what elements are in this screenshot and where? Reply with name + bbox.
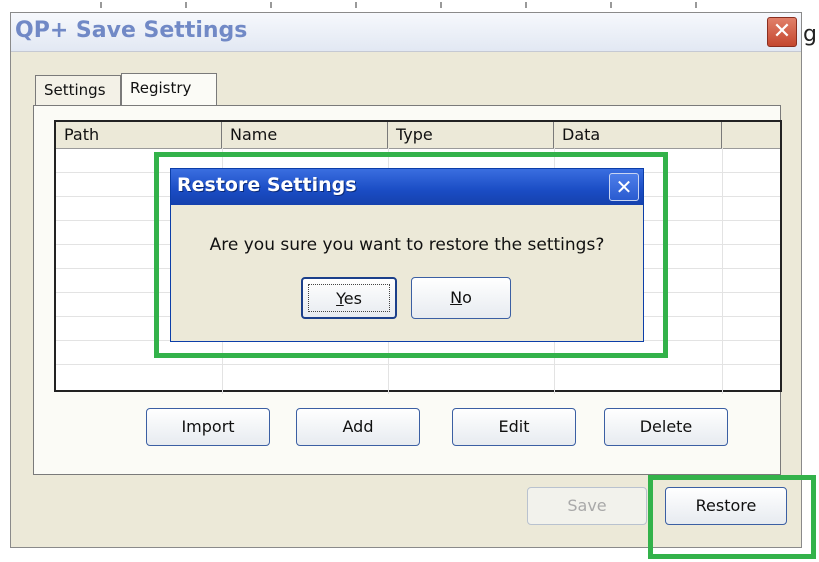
window-title: QP+ Save Settings (15, 18, 248, 43)
yes-label-rest: es (343, 289, 362, 308)
column-header-type[interactable]: Type (388, 122, 554, 148)
edit-button[interactable]: Edit (452, 408, 576, 446)
tab-registry[interactable]: Registry (121, 73, 217, 105)
save-button[interactable]: Save (527, 487, 647, 525)
restore-settings-dialog: Restore Settings ✕ Are you sure you want… (170, 168, 644, 342)
background-text: g (803, 22, 817, 47)
yes-button[interactable]: Yes (301, 277, 397, 319)
dialog-title: Restore Settings (177, 174, 357, 196)
column-header-path[interactable]: Path (56, 122, 222, 148)
dialog-close-button[interactable]: ✕ (609, 173, 639, 201)
no-label-rest: o (462, 288, 472, 307)
window-titlebar[interactable]: QP+ Save Settings ✕ (11, 13, 801, 52)
add-button[interactable]: Add (296, 408, 420, 446)
restore-highlight-box (648, 475, 816, 559)
grid-line (722, 148, 723, 394)
dialog-titlebar[interactable]: Restore Settings ✕ (171, 169, 643, 205)
background-ruler (0, 0, 819, 12)
grid-line (56, 364, 780, 365)
table-header: Path Name Type Data (56, 122, 780, 149)
dialog-message: Are you sure you want to restore the set… (209, 235, 605, 255)
no-button[interactable]: No (411, 277, 511, 319)
import-button[interactable]: Import (146, 408, 270, 446)
window-close-button[interactable]: ✕ (767, 17, 797, 47)
column-header-name[interactable]: Name (222, 122, 388, 148)
delete-button[interactable]: Delete (604, 408, 728, 446)
close-icon: ✕ (615, 175, 633, 199)
no-mnemonic: N (450, 288, 463, 307)
yes-mnemonic: Y (336, 289, 344, 308)
tab-settings[interactable]: Settings (35, 75, 121, 105)
close-icon: ✕ (772, 19, 792, 44)
column-header-data[interactable]: Data (554, 122, 722, 148)
